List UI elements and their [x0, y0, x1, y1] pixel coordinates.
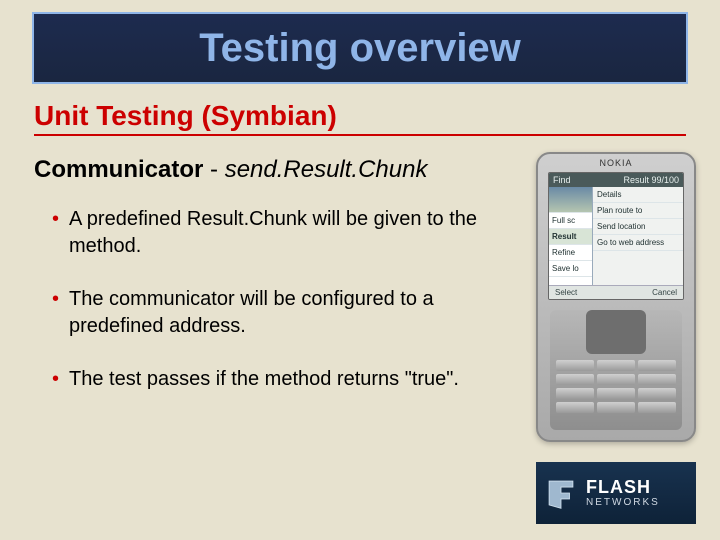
heading-strong: Communicator	[34, 156, 203, 183]
bullet-dot-icon: •	[52, 206, 59, 233]
logo-mark-icon	[544, 476, 578, 510]
bullet-dot-icon: •	[52, 366, 59, 393]
phone-menu-right: Details Plan route to Send location Go t…	[593, 187, 683, 285]
bullet-text: A predefined Result.Chunk will be given …	[69, 206, 482, 260]
heading-italic: send.Result.Chunk	[225, 156, 428, 183]
phone-thumbnail	[549, 187, 592, 213]
phone-left-item: Save lo	[549, 261, 592, 277]
heading-separator: -	[203, 156, 224, 183]
logo-line1: FLASH	[586, 478, 660, 496]
phone-right-item: Go to web address	[593, 235, 683, 251]
logo-text: FLASH NETWORKS	[586, 478, 660, 508]
section-heading: Communicator - send.Result.Chunk	[34, 156, 427, 184]
phone-left-item: Result	[549, 229, 592, 245]
bullet-dot-icon: •	[52, 286, 59, 313]
phone-screen-body: Full sc Result Refine Save lo Details Pl…	[549, 187, 683, 285]
logo-line2: NETWORKS	[586, 498, 660, 508]
phone-screen-header: Find Result 99/100	[549, 173, 683, 187]
bullet-text: The communicator will be configured to a…	[69, 286, 482, 340]
company-logo: FLASH NETWORKS	[536, 462, 696, 524]
phone-left-item: Full sc	[549, 213, 592, 229]
phone-mockup: NOKIA Find Result 99/100 Full sc Result …	[536, 152, 696, 442]
phone-screen-footer: Select Cancel	[549, 285, 683, 299]
phone-header-right: Result 99/100	[623, 175, 679, 185]
phone-keypad	[550, 310, 682, 430]
phone-right-item: Plan route to	[593, 203, 683, 219]
slide-title-bar: Testing overview	[32, 12, 688, 84]
phone-number-keys	[550, 360, 682, 413]
phone-brand: NOKIA	[538, 154, 694, 170]
slide-title: Testing overview	[199, 26, 521, 71]
phone-dpad	[586, 310, 646, 354]
phone-footer-right: Cancel	[652, 288, 677, 297]
phone-menu-left: Full sc Result Refine Save lo	[549, 187, 593, 285]
bullet-text: The test passes if the method returns "t…	[69, 366, 459, 393]
phone-footer-left: Select	[555, 288, 577, 297]
phone-left-item: Refine	[549, 245, 592, 261]
phone-header-left: Find	[553, 175, 571, 185]
bullet-list: • A predefined Result.Chunk will be give…	[52, 206, 482, 419]
phone-right-item: Details	[593, 187, 683, 203]
bullet-item: • The test passes if the method returns …	[52, 366, 482, 393]
phone-right-item: Send location	[593, 219, 683, 235]
bullet-item: • The communicator will be configured to…	[52, 286, 482, 340]
phone-screen: Find Result 99/100 Full sc Result Refine…	[548, 172, 684, 300]
slide-subtitle: Unit Testing (Symbian)	[34, 100, 686, 136]
bullet-item: • A predefined Result.Chunk will be give…	[52, 206, 482, 260]
